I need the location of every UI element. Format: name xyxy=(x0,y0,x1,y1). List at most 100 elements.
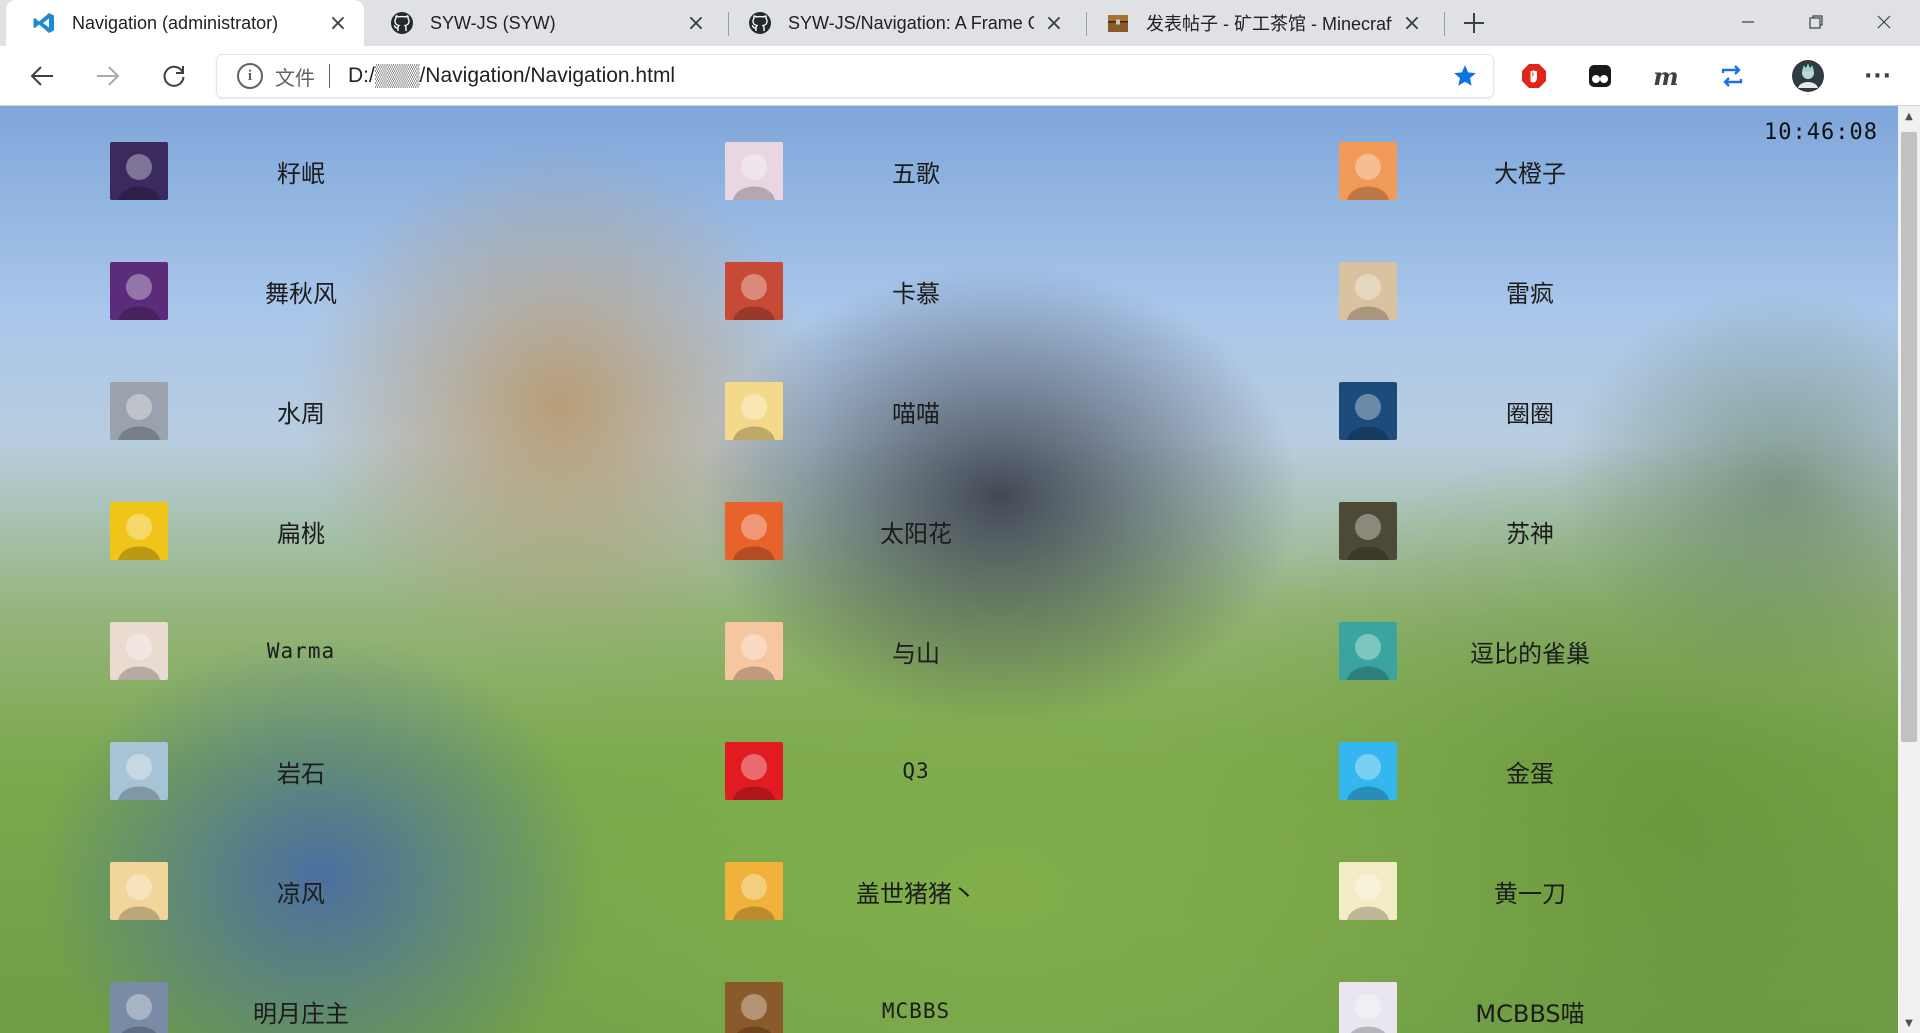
nav-card[interactable]: 舞秋风 xyxy=(110,246,670,326)
nav-card[interactable]: 黄一刀 xyxy=(1339,846,1898,926)
avatar-image[interactable] xyxy=(725,622,783,680)
avatar-image[interactable] xyxy=(110,142,168,200)
tab-syw-js-navigation[interactable]: SYW-JS/Navigation: A Frame Of × xyxy=(722,0,1080,46)
avatar-image[interactable] xyxy=(1339,262,1397,320)
restore-button[interactable] xyxy=(1782,0,1850,44)
nav-card-name[interactable]: 太阳花 xyxy=(783,486,1049,576)
nav-card-name[interactable]: 金蛋 xyxy=(1397,726,1663,816)
nav-card[interactable]: 五歌 xyxy=(725,126,1285,206)
close-window-button[interactable] xyxy=(1850,0,1918,44)
nav-card[interactable]: 凉风 xyxy=(110,846,670,926)
nav-card[interactable]: 扁桃 xyxy=(110,486,670,566)
avatar-image[interactable] xyxy=(725,742,783,800)
nav-card-name[interactable]: 水周 xyxy=(168,366,434,456)
tab-close-icon[interactable]: × xyxy=(326,11,350,36)
nav-card-name[interactable]: 五歌 xyxy=(783,126,1049,216)
avatar-image[interactable] xyxy=(725,142,783,200)
nav-card[interactable]: MCBBS喵 xyxy=(1339,966,1898,1033)
avatar-image[interactable] xyxy=(110,742,168,800)
adblock-icon[interactable] xyxy=(1514,56,1554,96)
avatar-image[interactable] xyxy=(725,502,783,560)
back-button[interactable] xyxy=(22,56,62,96)
nav-card[interactable]: Warma xyxy=(110,606,670,686)
profile-avatar-icon[interactable] xyxy=(1788,56,1828,96)
nav-card[interactable]: Q3 xyxy=(725,726,1285,806)
scroll-thumb[interactable] xyxy=(1901,132,1917,742)
site-info-icon[interactable]: i xyxy=(237,63,263,89)
nav-card[interactable]: MCBBS xyxy=(725,966,1285,1033)
nav-card-name[interactable]: 岩石 xyxy=(168,726,434,816)
nav-card[interactable]: 卡慕 xyxy=(725,246,1285,326)
avatar-image[interactable] xyxy=(110,982,168,1033)
nav-card[interactable]: 水周 xyxy=(110,366,670,446)
minimize-button[interactable] xyxy=(1714,0,1782,44)
nav-card[interactable]: 岩石 xyxy=(110,726,670,806)
nav-card[interactable]: 圈圈 xyxy=(1339,366,1898,446)
nav-card-name[interactable]: 喵喵 xyxy=(783,366,1049,456)
scroll-down-arrow[interactable]: ▼ xyxy=(1898,1013,1920,1033)
nav-card-name[interactable]: 籽岷 xyxy=(168,126,434,216)
avatar-image[interactable] xyxy=(725,262,783,320)
avatar-image[interactable] xyxy=(1339,862,1397,920)
avatar-image[interactable] xyxy=(1339,622,1397,680)
nav-card-name[interactable]: 凉风 xyxy=(168,846,434,936)
nav-card[interactable]: 盖世猪猪丶 xyxy=(725,846,1285,926)
nav-card-name[interactable]: 苏神 xyxy=(1397,486,1663,576)
tab-navigation[interactable]: Navigation (administrator) × xyxy=(6,0,364,46)
avatar-image[interactable] xyxy=(110,622,168,680)
nav-card-name[interactable]: Warma xyxy=(168,606,434,696)
avatar-image[interactable] xyxy=(1339,742,1397,800)
avatar-image[interactable] xyxy=(110,382,168,440)
nav-card-name[interactable]: MCBBS喵 xyxy=(1397,966,1663,1033)
address-url[interactable]: D:/▒▒▒/Navigation/Navigation.html xyxy=(348,64,1445,88)
nav-card-name[interactable]: 圈圈 xyxy=(1397,366,1663,456)
nav-card[interactable]: 大橙子 xyxy=(1339,126,1898,206)
sync-extension-icon[interactable] xyxy=(1712,56,1752,96)
avatar-image[interactable] xyxy=(110,262,168,320)
new-tab-button[interactable] xyxy=(1457,6,1491,40)
nav-card-name[interactable]: 黄一刀 xyxy=(1397,846,1663,936)
favorite-star-icon[interactable] xyxy=(1445,56,1485,96)
nav-card-name[interactable]: 雷疯 xyxy=(1397,246,1663,336)
nav-card-name[interactable]: 大橙子 xyxy=(1397,126,1663,216)
nav-card[interactable]: 苏神 xyxy=(1339,486,1898,566)
nav-card-name[interactable]: 明月庄主 xyxy=(168,966,434,1033)
tab-close-icon[interactable]: × xyxy=(1400,11,1424,36)
avatar-image[interactable] xyxy=(725,982,783,1033)
nav-card-name[interactable]: 盖世猪猪丶 xyxy=(783,846,1049,936)
nav-card-name[interactable]: 扁桃 xyxy=(168,486,434,576)
avatar-image[interactable] xyxy=(110,862,168,920)
nav-card-name[interactable]: 舞秋风 xyxy=(168,246,434,336)
nav-card-name[interactable]: 逗比的雀巢 xyxy=(1397,606,1663,696)
tab-close-icon[interactable]: × xyxy=(684,11,708,36)
nav-card[interactable]: 太阳花 xyxy=(725,486,1285,566)
nav-card[interactable]: 喵喵 xyxy=(725,366,1285,446)
nav-card[interactable]: 与山 xyxy=(725,606,1285,686)
avatar-image[interactable] xyxy=(725,382,783,440)
avatar-image[interactable] xyxy=(1339,502,1397,560)
tab-syw-js[interactable]: SYW-JS (SYW) × xyxy=(364,0,722,46)
avatar-image[interactable] xyxy=(1339,382,1397,440)
avatar-image[interactable] xyxy=(110,502,168,560)
nav-card-name[interactable]: Q3 xyxy=(783,726,1049,816)
more-menu-icon[interactable]: ··· xyxy=(1858,56,1898,96)
scroll-up-arrow[interactable]: ▲ xyxy=(1898,106,1920,126)
nav-card[interactable]: 逗比的雀巢 xyxy=(1339,606,1898,686)
tab-mcbbs-post[interactable]: 发表帖子 - 矿工茶馆 - Minecraft( × xyxy=(1080,0,1438,46)
nav-card-name[interactable]: MCBBS xyxy=(783,966,1049,1033)
nav-card-name[interactable]: 卡慕 xyxy=(783,246,1049,336)
avatar-image[interactable] xyxy=(1339,142,1397,200)
avatar-image[interactable] xyxy=(725,862,783,920)
nav-card[interactable]: 明月庄主 xyxy=(110,966,670,1033)
nav-card[interactable]: 籽岷 xyxy=(110,126,670,206)
page-scrollbar[interactable]: ▲ ▼ xyxy=(1898,106,1920,1033)
m-extension-icon[interactable]: m xyxy=(1646,56,1686,96)
reload-button[interactable] xyxy=(154,56,194,96)
nav-card[interactable]: 金蛋 xyxy=(1339,726,1898,806)
nav-card[interactable]: 雷疯 xyxy=(1339,246,1898,326)
tampermonkey-icon[interactable] xyxy=(1580,56,1620,96)
nav-card-name[interactable]: 与山 xyxy=(783,606,1049,696)
avatar-image[interactable] xyxy=(1339,982,1397,1033)
address-bar[interactable]: i 文件 D:/▒▒▒/Navigation/Navigation.html xyxy=(216,54,1494,98)
forward-button[interactable] xyxy=(88,56,128,96)
